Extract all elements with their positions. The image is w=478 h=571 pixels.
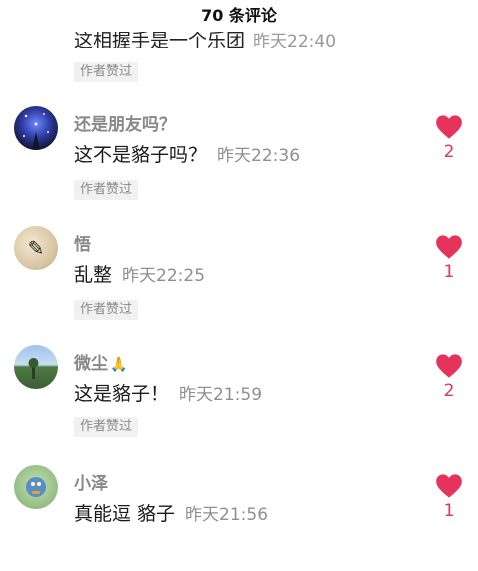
author-liked-badge: 作者赞过	[74, 62, 139, 82]
like-button[interactable]: 1	[434, 234, 464, 282]
username[interactable]: 小泽	[74, 469, 108, 494]
comment-time: 昨天21:59	[179, 385, 263, 405]
comment-body: 这相握手是一个乐团	[74, 30, 246, 48]
author-liked-badge: 作者赞过	[74, 300, 139, 320]
avatar[interactable]: ✎	[14, 226, 58, 270]
comment-time: 昨天22:25	[122, 266, 206, 286]
comment-list: 这相握手是一个乐团 昨天22:40 作者赞过 还是朋友吗？ 这不是貉子吗？ 昨天22…	[0, 0, 478, 533]
like-button[interactable]: 2	[434, 114, 464, 162]
like-count: 1	[443, 501, 455, 521]
comment-item: 小泽 真能逗 貉子 昨天21:56 1	[0, 461, 478, 571]
heart-icon	[436, 115, 462, 139]
comment-text: 真能逗 貉子 昨天21:56	[74, 499, 268, 526]
comment-body: 这是貉子！	[74, 383, 170, 405]
author-liked-badge: 作者赞过	[74, 180, 139, 200]
comment-time: 昨天22:40	[253, 32, 337, 48]
comment-text: 这是貉子！ 昨天21:59	[74, 379, 262, 406]
heart-icon	[436, 354, 462, 378]
comment-item: 还是朋友吗？ 这不是貉子吗？ 昨天22:36 作者赞过 2	[0, 102, 478, 212]
comment-text: 这不是貉子吗？ 昨天22:36	[74, 140, 300, 167]
avatar[interactable]	[14, 345, 58, 389]
comment-body: 真能逗 貉子	[74, 503, 176, 525]
landscape-icon	[28, 358, 39, 379]
comment-time: 昨天21:56	[185, 505, 269, 525]
like-button[interactable]: 2	[434, 353, 464, 401]
author-liked-badge: 作者赞过	[74, 417, 139, 437]
comment-item: 微尘 🙏 这是貉子！ 昨天21:59 作者赞过 2	[0, 341, 478, 451]
username-text: 微尘	[74, 354, 108, 374]
comment-body: 这不是貉子吗？	[74, 144, 208, 166]
comment-body: 乱整	[74, 264, 113, 286]
calligraphy-icon: ✎	[27, 236, 45, 260]
heart-icon	[436, 235, 462, 259]
avatar[interactable]	[14, 106, 58, 150]
heart-icon	[436, 474, 462, 498]
starry-night-icon	[22, 113, 49, 150]
username[interactable]: 微尘 🙏	[74, 349, 127, 374]
like-count: 2	[443, 142, 455, 162]
like-count: 1	[443, 262, 455, 282]
avatar[interactable]	[14, 465, 58, 509]
comment-count-title: 70 条评论	[201, 6, 277, 25]
like-button[interactable]: 1	[434, 473, 464, 521]
comment-text: 乱整 昨天22:25	[74, 260, 205, 287]
username[interactable]: 悟	[74, 230, 91, 255]
cartoon-icon	[26, 477, 46, 497]
comments-header: 70 条评论	[0, 0, 478, 32]
username[interactable]: 还是朋友吗？	[74, 110, 176, 135]
praying-hands-icon: 🙏	[110, 357, 128, 373]
comment-time: 昨天22:36	[217, 146, 301, 166]
like-count: 2	[443, 381, 455, 401]
comment-item: ✎ 悟 乱整 昨天22:25 作者赞过 1	[0, 222, 478, 332]
